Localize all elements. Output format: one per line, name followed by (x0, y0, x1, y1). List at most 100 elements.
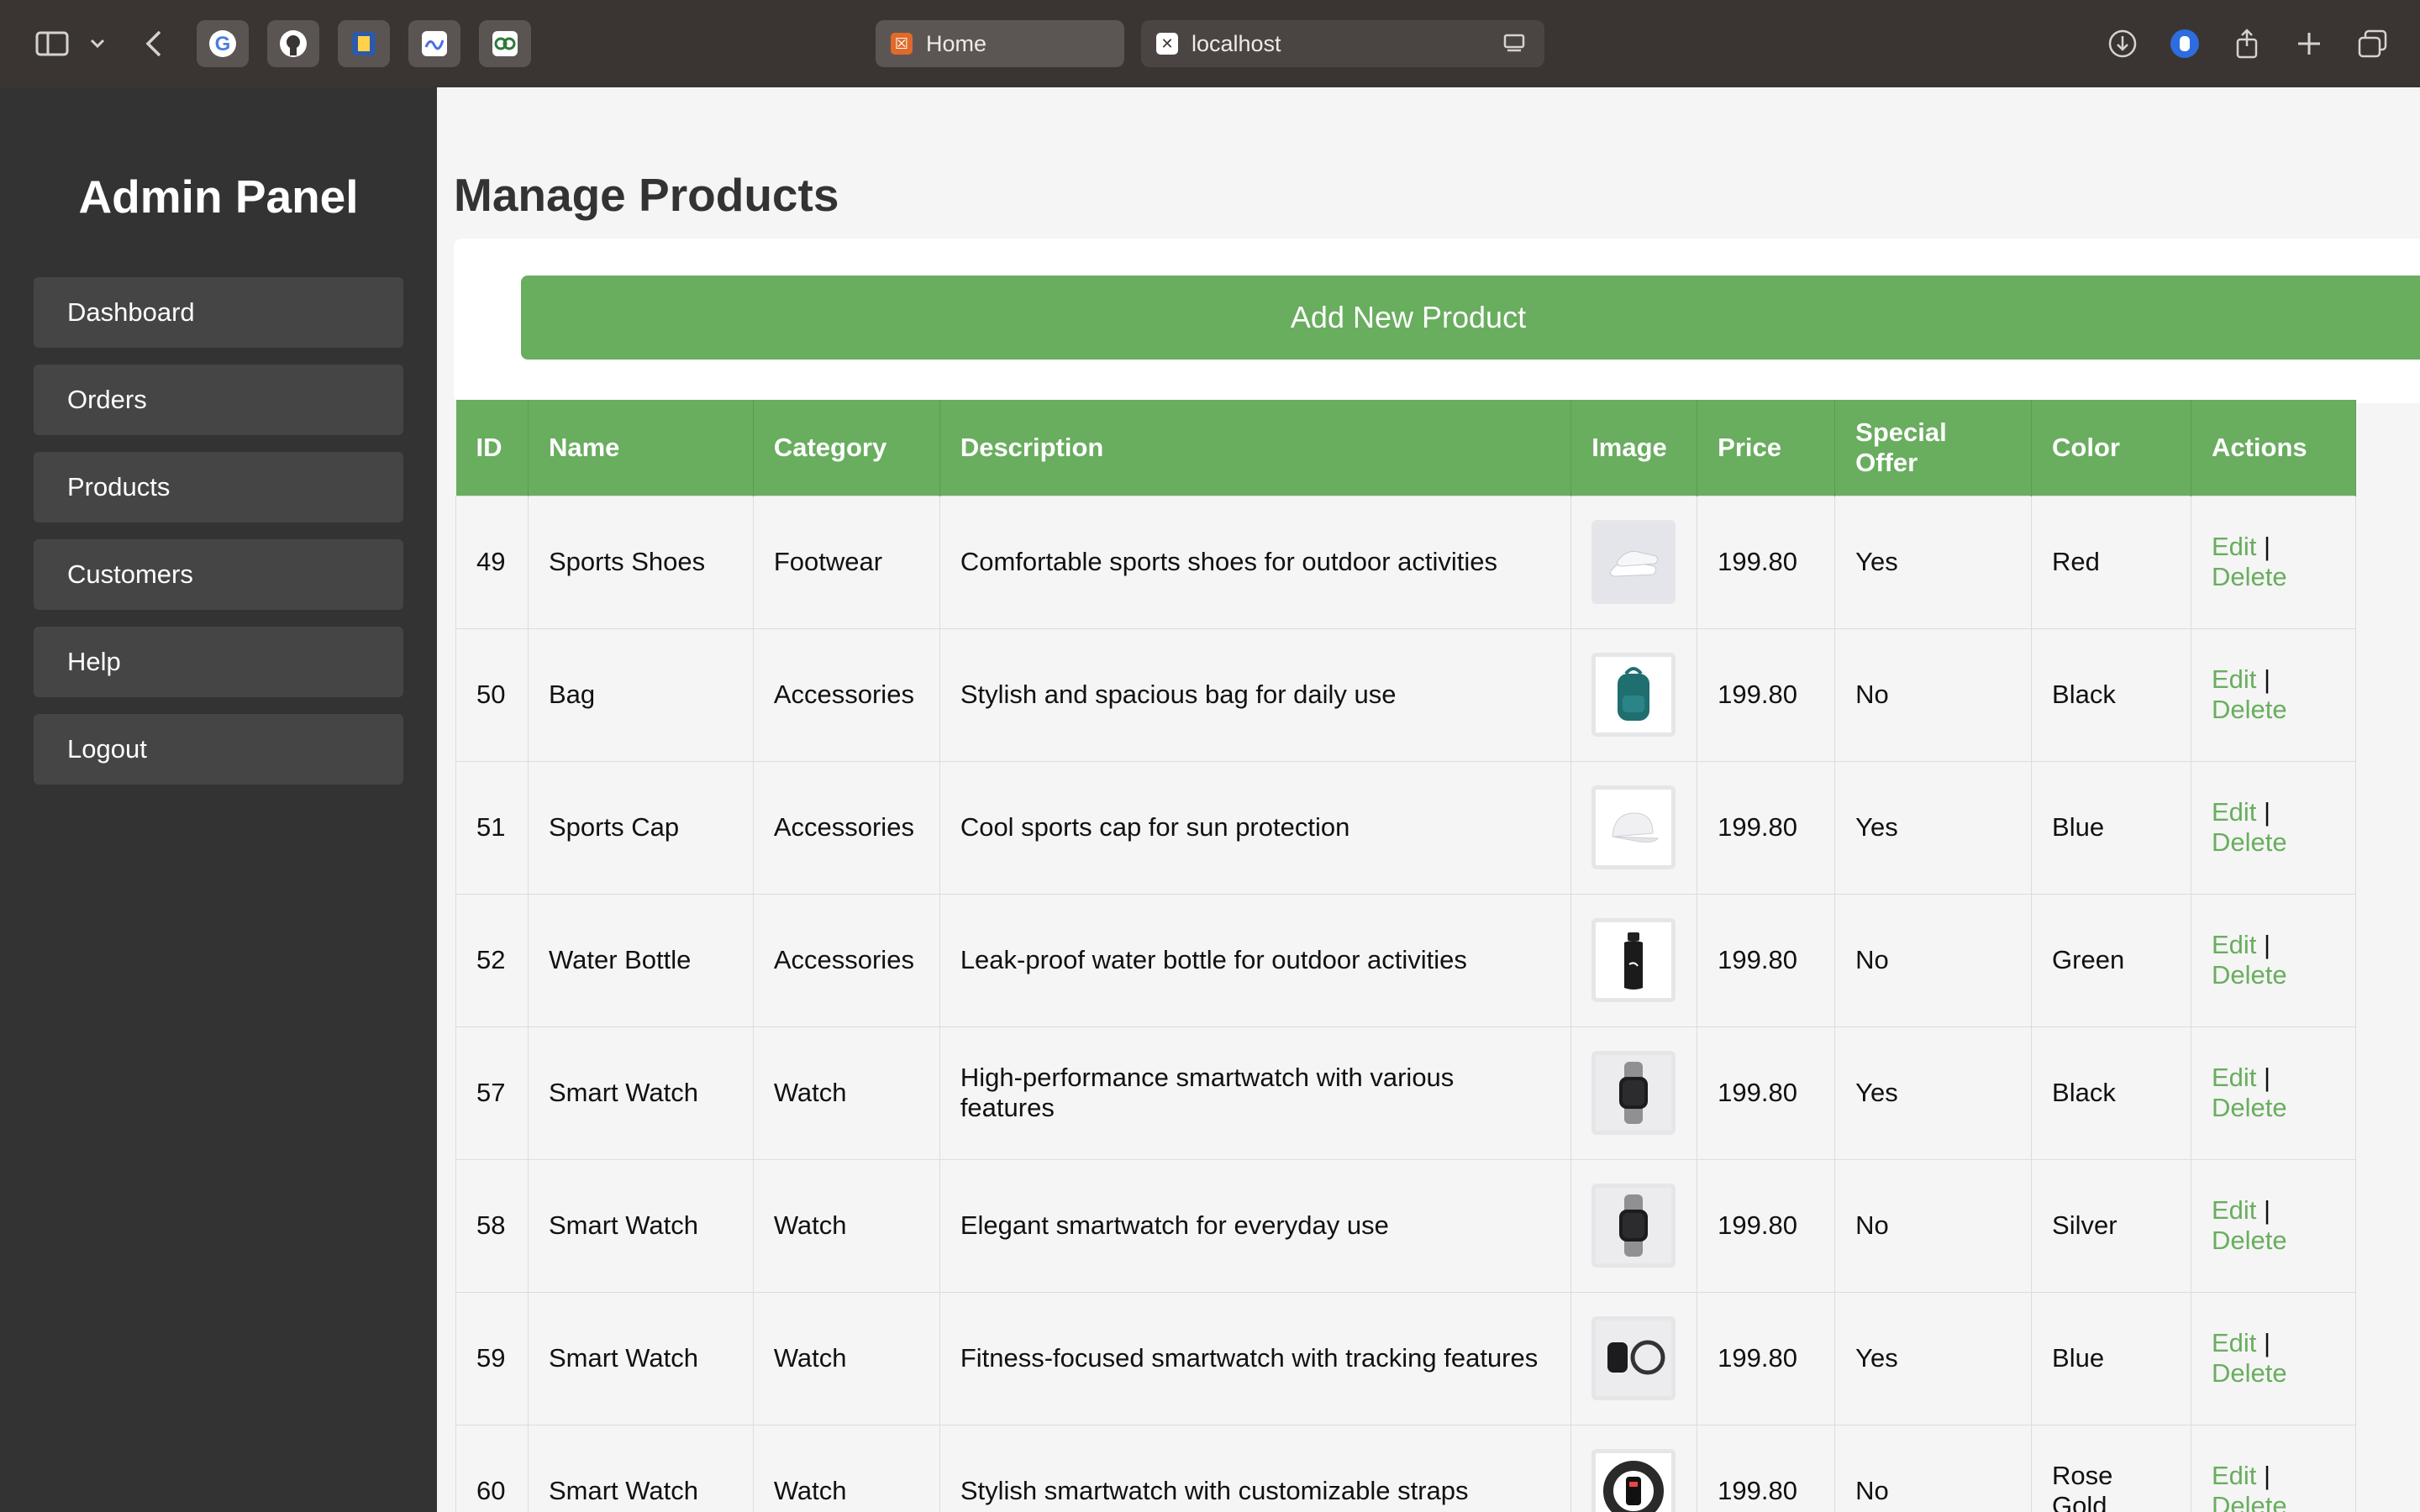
cell-description: Stylish smartwatch with customizable str… (939, 1424, 1572, 1512)
table-row: 50 Bag Accessories Stylish and spacious … (455, 627, 2357, 762)
cell-actions: Edit | Delete (2190, 760, 2357, 895)
action-separator: | (2264, 1461, 2271, 1490)
cell-description: Cool sports cap for sun protection (939, 760, 1572, 895)
privacy-extension-icon[interactable] (2168, 22, 2202, 66)
cell-special-offer: No (1834, 627, 2033, 762)
delete-link[interactable]: Delete (2212, 562, 2287, 591)
table-row: 58 Smart Watch Watch Elegant smartwatch … (455, 1158, 2357, 1293)
cell-price: 199.80 (1697, 495, 1836, 629)
cell-name: Sports Shoes (527, 495, 754, 629)
tab-overview-icon[interactable] (2356, 22, 2390, 66)
table-row: 52 Water Bottle Accessories Leak-proof w… (455, 893, 2357, 1027)
back-arrow-icon[interactable] (139, 22, 168, 66)
cell-name: Smart Watch (527, 1158, 754, 1293)
cell-image (1570, 1424, 1698, 1512)
delete-link[interactable]: Delete (2212, 827, 2287, 857)
watch-image (1591, 1184, 1676, 1268)
table-header-row: ID Name Category Description Image Price… (455, 400, 2357, 496)
cell-color: Rose Gold (2031, 1424, 2191, 1512)
link-bookmark-icon[interactable] (479, 20, 531, 67)
edit-link[interactable]: Edit (2212, 1461, 2256, 1490)
reader-icon[interactable] (1502, 32, 1526, 61)
sidebar-toggle-icon[interactable] (32, 22, 72, 66)
shoes-image (1591, 520, 1676, 604)
google-bookmark-icon[interactable]: G (197, 20, 249, 67)
edit-link[interactable]: Edit (2212, 797, 2256, 827)
cell-name: Bag (527, 627, 754, 762)
cell-image (1570, 495, 1698, 629)
cell-description: Elegant smartwatch for everyday use (939, 1158, 1572, 1293)
document-bookmark-icon[interactable] (338, 20, 390, 67)
delete-link[interactable]: Delete (2212, 960, 2287, 990)
cell-category: Accessories (752, 760, 940, 895)
tab-home[interactable]: ☒ Home (876, 20, 1124, 67)
action-separator: | (2264, 1195, 2271, 1225)
edit-link[interactable]: Edit (2212, 930, 2256, 959)
action-separator: | (2264, 1328, 2271, 1357)
tab-home-label: Home (926, 30, 987, 56)
new-tab-icon[interactable] (2294, 22, 2324, 66)
cell-special-offer: No (1834, 1158, 2033, 1293)
bottle-image (1591, 918, 1676, 1002)
cell-category: Accessories (752, 627, 940, 762)
sidebar-item-help[interactable]: Help (34, 627, 403, 697)
cell-image (1570, 760, 1698, 895)
edit-link[interactable]: Edit (2212, 1195, 2256, 1225)
column-header-id[interactable]: ID (455, 400, 529, 496)
add-product-button[interactable]: Add New Product (521, 276, 2420, 360)
edit-link[interactable]: Edit (2212, 1063, 2256, 1092)
cell-actions: Edit | Delete (2190, 1424, 2357, 1512)
cell-category: Watch (752, 1424, 940, 1512)
column-header-special-offer[interactable]: Special Offer (1834, 400, 2033, 496)
add-product-card: Add New Product (454, 239, 2420, 403)
column-header-price[interactable]: Price (1697, 400, 1836, 496)
column-header-category[interactable]: Category (753, 400, 940, 496)
column-header-actions[interactable]: Actions (2191, 400, 2357, 496)
column-header-image[interactable]: Image (1570, 400, 1698, 496)
products-table: ID Name Category Description Image Price… (455, 400, 2357, 1512)
delete-link[interactable]: Delete (2212, 1226, 2287, 1255)
sidebar-item-logout[interactable]: Logout (34, 714, 403, 785)
column-header-name[interactable]: Name (528, 400, 754, 496)
cell-id: 51 (455, 760, 529, 895)
cell-id: 60 (455, 1424, 529, 1512)
column-header-color[interactable]: Color (2031, 400, 2191, 496)
action-separator: | (2264, 1063, 2271, 1092)
delete-link[interactable]: Delete (2212, 1093, 2287, 1122)
wave-bookmark-icon[interactable] (408, 20, 460, 67)
cell-id: 49 (455, 495, 529, 629)
cell-special-offer: Yes (1834, 1291, 2033, 1425)
cell-id: 59 (455, 1291, 529, 1425)
sidebar-item-orders[interactable]: Orders (34, 365, 403, 435)
delete-link[interactable]: Delete (2212, 1358, 2287, 1388)
download-icon[interactable] (2106, 22, 2139, 66)
cell-price: 199.80 (1697, 627, 1836, 762)
cell-price: 199.80 (1697, 760, 1836, 895)
sidebar-item-customers[interactable]: Customers (34, 539, 403, 610)
edit-link[interactable]: Edit (2212, 664, 2256, 694)
table-row: 57 Smart Watch Watch High-performance sm… (455, 1026, 2357, 1160)
cell-special-offer: No (1834, 893, 2033, 1027)
delete-link[interactable]: Delete (2212, 695, 2287, 724)
column-header-description[interactable]: Description (939, 400, 1572, 496)
edit-link[interactable]: Edit (2212, 532, 2256, 561)
share-icon[interactable] (2232, 22, 2262, 66)
tab-localhost[interactable]: ✕ localhost (1141, 20, 1544, 67)
sidebar-item-products[interactable]: Products (34, 452, 403, 522)
delete-link[interactable]: Delete (2212, 1491, 2287, 1512)
cell-actions: Edit | Delete (2190, 1291, 2357, 1425)
cell-color: Green (2031, 893, 2191, 1027)
sidebar-item-dashboard[interactable]: Dashboard (34, 277, 403, 348)
github-bookmark-icon[interactable] (267, 20, 319, 67)
cell-special-offer: Yes (1834, 760, 2033, 895)
edit-link[interactable]: Edit (2212, 1328, 2256, 1357)
cell-name: Sports Cap (527, 760, 754, 895)
chevron-down-icon[interactable] (87, 22, 108, 66)
cell-category: Footwear (752, 495, 940, 629)
sidebar: Admin Panel Dashboard Orders Products Cu… (0, 87, 437, 1512)
cell-category: Watch (752, 1291, 940, 1425)
cell-name: Smart Watch (527, 1424, 754, 1512)
cell-description: Leak-proof water bottle for outdoor acti… (939, 893, 1572, 1027)
cell-special-offer: No (1834, 1424, 2033, 1512)
cell-actions: Edit | Delete (2190, 495, 2357, 629)
